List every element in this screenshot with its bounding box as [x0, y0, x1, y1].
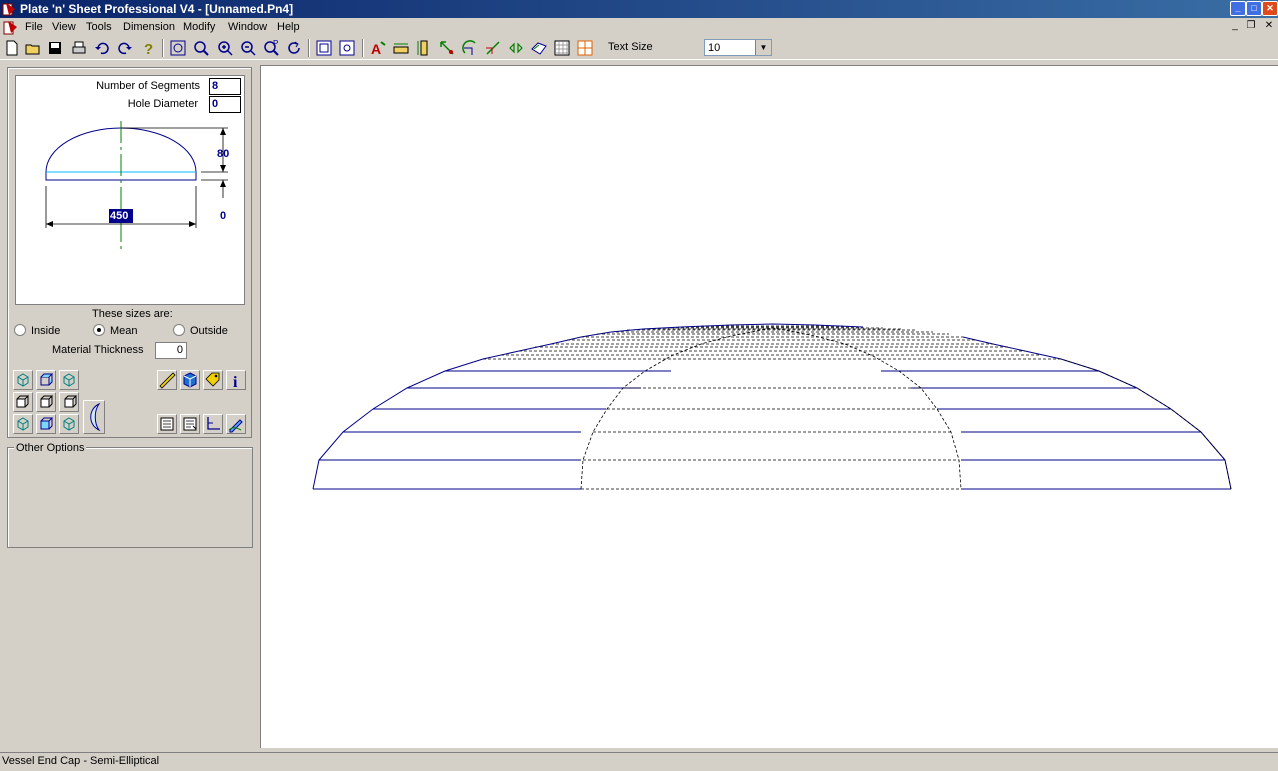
radio-inside[interactable]: Inside: [14, 324, 60, 337]
drawing-canvas[interactable]: [260, 65, 1278, 748]
dimension-height[interactable]: 80: [217, 148, 229, 160]
measure-icon[interactable]: [157, 370, 177, 390]
svg-text:?: ?: [144, 41, 153, 57]
left-panel: Number of Segments 8 Hole Diameter 0 80 …: [0, 60, 259, 750]
offset-icon[interactable]: [530, 39, 548, 57]
sizes-label: These sizes are:: [92, 308, 173, 320]
toolbar: ? P A Text Size 10 ▼: [0, 37, 1278, 60]
close-button[interactable]: ✕: [1262, 1, 1278, 16]
shape-type-icon[interactable]: [83, 400, 105, 434]
menu-view[interactable]: View: [52, 21, 76, 33]
minimize-button[interactable]: _: [1230, 1, 1246, 16]
zoom-out-icon[interactable]: [239, 39, 257, 57]
other-options-legend: Other Options: [14, 442, 87, 454]
zoom-window-icon[interactable]: [192, 39, 210, 57]
menu-help[interactable]: Help: [277, 21, 300, 33]
menu-file[interactable]: File: [25, 21, 43, 33]
zoom-extents-icon[interactable]: [169, 39, 187, 57]
view-iso-front-left-icon[interactable]: [13, 370, 33, 390]
svg-text:A: A: [371, 41, 381, 57]
view-left-icon[interactable]: [13, 392, 33, 412]
view-iso-back-left-icon[interactable]: [13, 414, 33, 434]
text-color-icon[interactable]: A: [369, 39, 387, 57]
radio-outside-button[interactable]: [173, 324, 185, 336]
radio-mean-button[interactable]: [93, 324, 105, 336]
title-bar: Plate 'n' Sheet Professional V4 - [Unnam…: [0, 0, 1278, 18]
radio-inside-button[interactable]: [14, 324, 26, 336]
redraw-icon[interactable]: [285, 39, 303, 57]
view-front-icon[interactable]: [36, 392, 56, 412]
3d-view-icon[interactable]: [180, 370, 200, 390]
new-icon[interactable]: [3, 39, 21, 57]
app-icon[interactable]: [2, 1, 18, 17]
status-bar: Vessel End Cap - Semi-Elliptical: [0, 752, 1278, 771]
menu-dimension[interactable]: Dimension: [123, 21, 175, 33]
info-icon[interactable]: i: [226, 370, 246, 390]
doc-restore-button[interactable]: ❐: [1244, 19, 1258, 33]
svg-text:P: P: [273, 39, 278, 48]
print-icon[interactable]: [70, 39, 88, 57]
status-text: Vessel End Cap - Semi-Elliptical: [2, 755, 160, 767]
toolbar-separator: [162, 39, 164, 57]
document-icon[interactable]: [3, 20, 19, 35]
other-options-frame: [7, 447, 253, 548]
dimension-straight-flange[interactable]: 0: [220, 210, 226, 222]
end-cap-development-drawing: [312, 323, 1232, 490]
toolbar-separator: [308, 39, 310, 57]
doc-minimize-button[interactable]: _: [1228, 19, 1242, 33]
menu-bar: File View Tools Dimension Modify Window …: [0, 18, 1278, 37]
svg-text:i: i: [233, 374, 238, 389]
menu-window[interactable]: Window: [228, 21, 267, 33]
help-icon[interactable]: ?: [139, 39, 157, 57]
view-iso-back-right-icon[interactable]: [59, 414, 79, 434]
doc-close-button[interactable]: ✕: [1262, 19, 1276, 33]
material-thickness-label: Material Thickness: [52, 344, 144, 356]
open-icon[interactable]: [24, 39, 42, 57]
chevron-down-icon[interactable]: ▼: [755, 40, 771, 55]
menu-modify[interactable]: Modify: [183, 21, 215, 33]
vertical-dim-icon[interactable]: [415, 39, 433, 57]
text-size-select[interactable]: 10 ▼: [704, 39, 772, 56]
layout-grid-icon[interactable]: [576, 39, 594, 57]
zoom-in-icon[interactable]: [216, 39, 234, 57]
material-thickness-input[interactable]: 0: [155, 342, 187, 359]
text-size-value: 10: [708, 42, 721, 54]
radio-outside[interactable]: Outside: [173, 324, 228, 337]
radio-outside-label: Outside: [190, 325, 228, 337]
undo-icon[interactable]: [93, 39, 111, 57]
fit-page-icon[interactable]: [315, 39, 333, 57]
radio-mean[interactable]: Mean: [93, 324, 138, 337]
radio-mean-label: Mean: [110, 325, 138, 337]
mirror-icon[interactable]: [507, 39, 525, 57]
layout-axes-icon[interactable]: [203, 414, 223, 434]
rotate-icon[interactable]: [461, 39, 479, 57]
dimension-diameter[interactable]: 450: [110, 210, 128, 222]
grid-icon[interactable]: [553, 39, 571, 57]
redo-icon[interactable]: [116, 39, 134, 57]
menu-tools[interactable]: Tools: [86, 21, 112, 33]
fit-window-icon[interactable]: [338, 39, 356, 57]
edit-icon[interactable]: [226, 414, 246, 434]
end-cap-diagram: [45, 121, 228, 251]
shape-preview: Number of Segments 8 Hole Diameter 0 80 …: [15, 75, 245, 305]
radio-inside-label: Inside: [31, 325, 61, 337]
zoom-previous-icon[interactable]: P: [262, 39, 280, 57]
view-right-icon[interactable]: [59, 392, 79, 412]
move-icon[interactable]: [438, 39, 456, 57]
view-iso-front-right-icon[interactable]: [59, 370, 79, 390]
view-top-icon[interactable]: [36, 370, 56, 390]
window-title: Plate 'n' Sheet Professional V4 - [Unnam…: [20, 2, 294, 16]
scale-icon[interactable]: [484, 39, 502, 57]
report-icon[interactable]: [157, 414, 177, 434]
print-report-icon[interactable]: [180, 414, 200, 434]
tag-icon[interactable]: [203, 370, 223, 390]
text-size-label: Text Size: [608, 41, 653, 53]
view-bottom-icon[interactable]: [36, 414, 56, 434]
toolbar-separator: [362, 39, 364, 57]
maximize-button[interactable]: □: [1246, 1, 1262, 16]
save-icon[interactable]: [46, 39, 64, 57]
dimension-icon[interactable]: [392, 39, 410, 57]
